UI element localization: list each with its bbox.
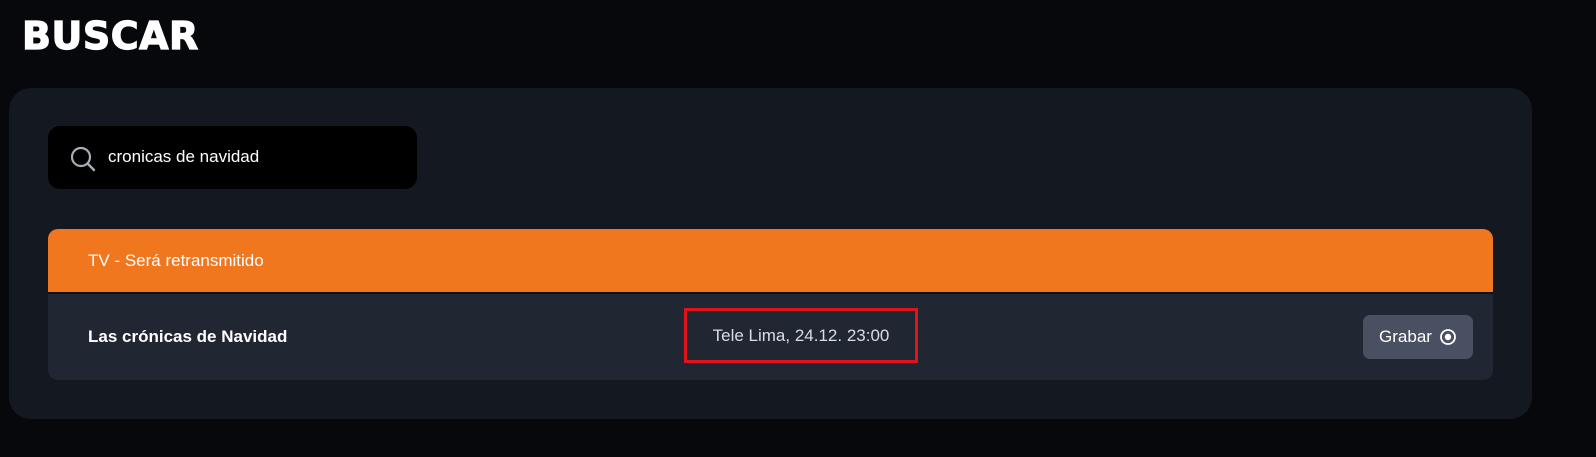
record-button-label: Grabar xyxy=(1379,327,1432,346)
results-section-header: TV - Será retransmitido xyxy=(48,229,1493,294)
result-row[interactable]: Las crónicas de Navidad Tele Lima, 24.12… xyxy=(48,294,1493,380)
record-icon xyxy=(1440,329,1456,345)
search-input[interactable] xyxy=(108,144,398,170)
results-list: TV - Será retransmitido Las crónicas de … xyxy=(48,229,1493,380)
results-section-label: TV - Será retransmitido xyxy=(88,250,264,270)
result-schedule: Tele Lima, 24.12. 23:00 xyxy=(712,325,890,345)
result-title[interactable]: Las crónicas de Navidad xyxy=(88,327,287,347)
search-panel: TV - Será retransmitido Las crónicas de … xyxy=(9,88,1532,419)
record-button[interactable]: Grabar xyxy=(1363,315,1473,359)
search-box[interactable] xyxy=(48,126,417,189)
page-title: BUSCAR xyxy=(21,13,199,58)
search-icon xyxy=(70,146,96,172)
result-schedule-highlight: Tele Lima, 24.12. 23:00 xyxy=(684,308,918,363)
